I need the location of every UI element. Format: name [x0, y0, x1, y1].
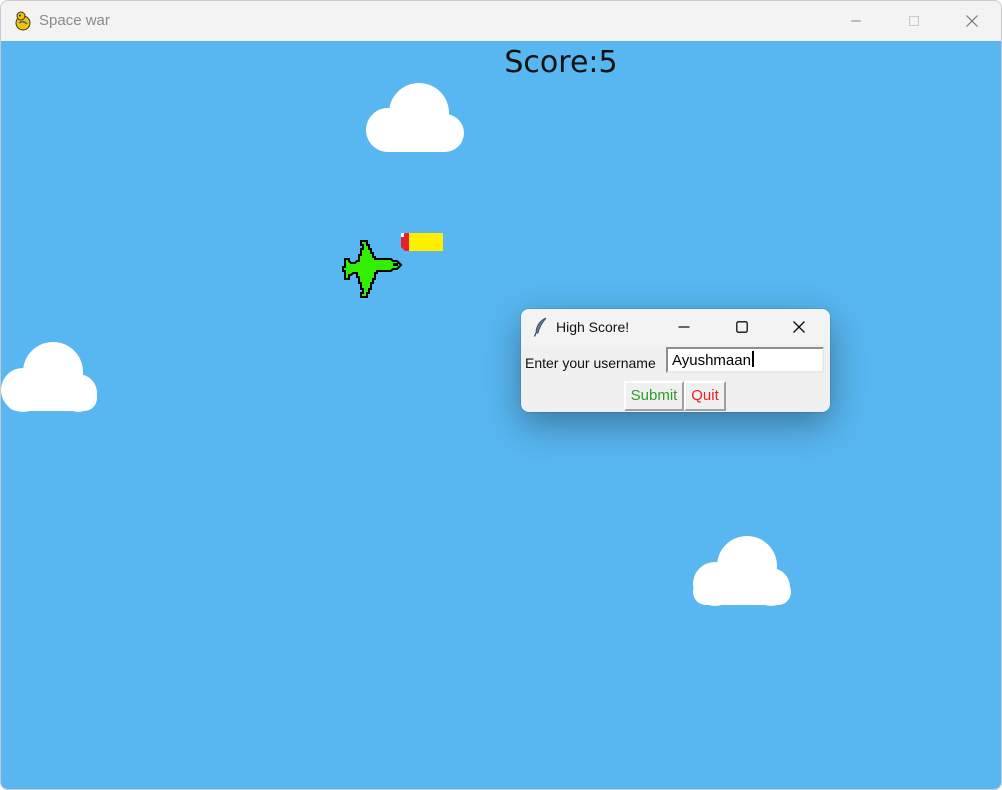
score-display: Score:5: [504, 45, 618, 80]
text-caret: [751, 351, 754, 367]
maximize-icon: [736, 321, 748, 333]
dialog-close-button[interactable]: [774, 309, 824, 345]
dialog-maximize-button[interactable]: [717, 309, 767, 345]
pygame-snake-icon: [13, 11, 33, 31]
dialog-title: High Score!: [556, 319, 630, 335]
maximize-icon: [909, 16, 919, 26]
dialog-titlebar[interactable]: High Score!: [521, 309, 830, 345]
minimize-icon: [678, 326, 690, 328]
close-icon: [966, 15, 978, 27]
cloud-3: [693, 536, 791, 606]
minimize-icon: [851, 20, 861, 22]
high-score-dialog: High Score! Enter your username Ayushmaa…: [521, 309, 830, 412]
player-plane: [342, 240, 403, 298]
dialog-minimize-button[interactable]: [659, 309, 709, 345]
game-window: Space war Score:5: [0, 0, 1002, 790]
bullet-projectile: [401, 233, 443, 251]
quit-button[interactable]: Quit: [684, 381, 726, 411]
username-prompt-label: Enter your username: [525, 355, 656, 371]
window-title: Space war: [39, 12, 110, 29]
minimize-button[interactable]: [827, 1, 885, 41]
window-titlebar[interactable]: Space war: [1, 1, 1001, 41]
username-input-value: Ayushmaan: [672, 352, 751, 369]
game-canvas[interactable]: Score:5: [1, 41, 1001, 789]
cloud-2: [1, 342, 97, 412]
close-button[interactable]: [943, 1, 1001, 41]
cloud-1: [366, 83, 464, 152]
close-icon: [793, 321, 805, 333]
feather-icon: [533, 317, 549, 342]
maximize-button[interactable]: [885, 1, 943, 41]
submit-button[interactable]: Submit: [624, 381, 684, 411]
username-input[interactable]: Ayushmaan: [666, 347, 824, 373]
